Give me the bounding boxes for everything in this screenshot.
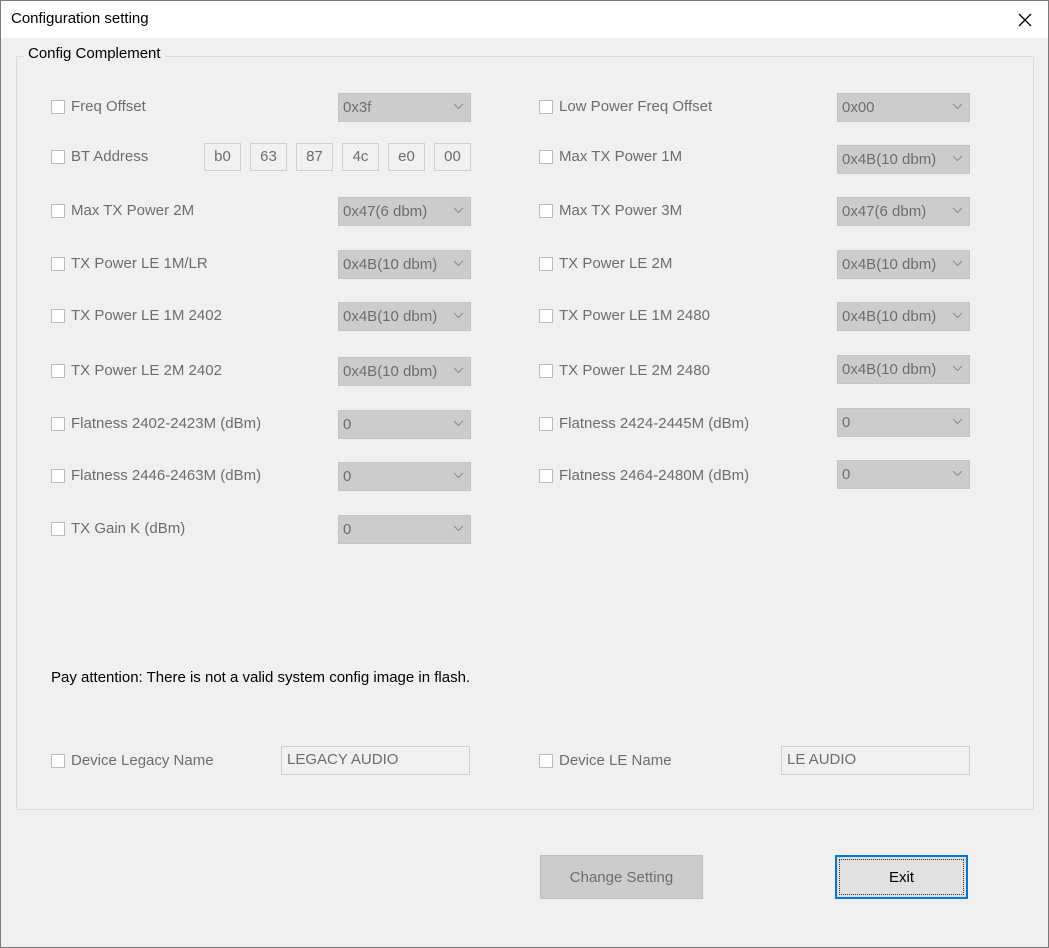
flatness-2446-2463-label: Flatness 2446-2463M (dBm)	[71, 467, 262, 484]
tx-power-le-1m-lr-checkbox[interactable]	[51, 257, 65, 271]
max-tx-power-1m-checkbox[interactable]	[539, 150, 553, 164]
tx-power-le-1m-2402-label: TX Power LE 1M 2402	[71, 307, 222, 324]
chevron-down-icon	[453, 420, 464, 427]
chevron-down-icon	[453, 525, 464, 532]
tx-power-le-2m-checkbox[interactable]	[539, 257, 553, 271]
tx-power-le-2m-2480-checkbox[interactable]	[539, 364, 553, 378]
flatness-2402-2423-label: Flatness 2402-2423M (dBm)	[71, 415, 262, 432]
tx-power-le-1m-2402-combo[interactable]: 0x4B(10 dbm)	[338, 302, 471, 331]
freq-offset-combo[interactable]: 0x3f	[338, 93, 471, 122]
device-legacy-name-label: Device Legacy Name	[71, 752, 214, 769]
close-icon	[1018, 13, 1032, 26]
bt-address-byte-4[interactable]: 4c	[342, 143, 379, 171]
flatness-2446-2463-combo[interactable]: 0	[338, 462, 471, 491]
tx-power-le-1m-lr-combo[interactable]: 0x4B(10 dbm)	[338, 250, 471, 279]
flatness-2464-2480-combo[interactable]: 0	[837, 460, 970, 489]
chevron-down-icon	[952, 207, 963, 214]
max-tx-power-2m-combo[interactable]: 0x47(6 dbm)	[338, 197, 471, 226]
chevron-down-icon	[952, 312, 963, 319]
chevron-down-icon	[952, 103, 963, 110]
chevron-down-icon	[453, 260, 464, 267]
tx-gain-k-combo[interactable]: 0	[338, 515, 471, 544]
chevron-down-icon	[952, 470, 963, 477]
tx-power-le-2m-2402-combo[interactable]: 0x4B(10 dbm)	[338, 357, 471, 386]
tx-power-le-1m-2402-checkbox[interactable]	[51, 309, 65, 323]
chevron-down-icon	[952, 260, 963, 267]
flatness-2402-2423-combo[interactable]: 0	[338, 410, 471, 439]
chevron-down-icon	[453, 103, 464, 110]
chevron-down-icon	[453, 472, 464, 479]
flatness-2424-2445-checkbox[interactable]	[539, 417, 553, 431]
max-tx-power-3m-checkbox[interactable]	[539, 204, 553, 218]
max-tx-power-2m-checkbox[interactable]	[51, 204, 65, 218]
flatness-2424-2445-label: Flatness 2424-2445M (dBm)	[559, 415, 750, 432]
max-tx-power-1m-combo[interactable]: 0x4B(10 dbm)	[837, 145, 970, 174]
chevron-down-icon	[952, 365, 963, 372]
max-tx-power-3m-combo[interactable]: 0x47(6 dbm)	[837, 197, 970, 226]
max-tx-power-2m-label: Max TX Power 2M	[71, 202, 195, 219]
freq-offset-checkbox[interactable]	[51, 100, 65, 114]
bt-address-checkbox[interactable]	[51, 150, 65, 164]
tx-power-le-2m-2402-label: TX Power LE 2M 2402	[71, 362, 222, 379]
tx-power-le-2m-label: TX Power LE 2M	[559, 255, 673, 272]
flatness-2402-2423-checkbox[interactable]	[51, 417, 65, 431]
tx-power-le-2m-2480-combo[interactable]: 0x4B(10 dbm)	[837, 355, 970, 384]
freq-offset-label: Freq Offset	[71, 98, 146, 115]
chevron-down-icon	[453, 312, 464, 319]
device-le-name-input[interactable]: LE AUDIO	[781, 746, 970, 775]
bt-address-byte-5[interactable]: e0	[388, 143, 425, 171]
tx-power-le-2m-combo[interactable]: 0x4B(10 dbm)	[837, 250, 970, 279]
window-title: Configuration setting	[11, 10, 149, 27]
low-power-freq-offset-checkbox[interactable]	[539, 100, 553, 114]
tx-power-le-2m-2480-label: TX Power LE 2M 2480	[559, 362, 710, 379]
chevron-down-icon	[952, 155, 963, 162]
change-setting-button[interactable]: Change Setting	[540, 855, 703, 899]
exit-button[interactable]: Exit	[835, 855, 968, 899]
group-legend: Config Complement	[24, 45, 165, 62]
bt-address-byte-3[interactable]: 87	[296, 143, 333, 171]
device-le-name-label: Device LE Name	[559, 752, 672, 769]
flatness-2464-2480-label: Flatness 2464-2480M (dBm)	[559, 467, 750, 484]
device-legacy-name-input[interactable]: LEGACY AUDIO	[281, 746, 470, 775]
flatness-2446-2463-checkbox[interactable]	[51, 469, 65, 483]
device-legacy-name-checkbox[interactable]	[51, 754, 65, 768]
tx-power-le-1m-2480-label: TX Power LE 1M 2480	[559, 307, 710, 324]
tx-gain-k-label: TX Gain K (dBm)	[71, 520, 186, 537]
tx-power-le-1m-lr-label: TX Power LE 1M/LR	[71, 255, 208, 272]
device-le-name-checkbox[interactable]	[539, 754, 553, 768]
max-tx-power-3m-label: Max TX Power 3M	[559, 202, 683, 219]
title-bar[interactable]: Configuration setting	[1, 1, 1048, 38]
chevron-down-icon	[453, 367, 464, 374]
flatness-2424-2445-combo[interactable]: 0	[837, 408, 970, 437]
bt-address-label: BT Address	[71, 148, 149, 165]
bt-address-byte-2[interactable]: 63	[250, 143, 287, 171]
bt-address-byte-1[interactable]: b0	[204, 143, 241, 171]
chevron-down-icon	[453, 207, 464, 214]
tx-power-le-1m-2480-combo[interactable]: 0x4B(10 dbm)	[837, 302, 970, 331]
low-power-freq-offset-label: Low Power Freq Offset	[559, 98, 713, 115]
tx-power-le-2m-2402-checkbox[interactable]	[51, 364, 65, 378]
close-button[interactable]	[1002, 1, 1048, 38]
bt-address-byte-6[interactable]: 00	[434, 143, 471, 171]
flatness-2464-2480-checkbox[interactable]	[539, 469, 553, 483]
max-tx-power-1m-label: Max TX Power 1M	[559, 148, 683, 165]
flash-notice: Pay attention: There is not a valid syst…	[51, 669, 471, 686]
chevron-down-icon	[952, 418, 963, 425]
tx-gain-k-checkbox[interactable]	[51, 522, 65, 536]
tx-power-le-1m-2480-checkbox[interactable]	[539, 309, 553, 323]
low-power-freq-offset-combo[interactable]: 0x00	[837, 93, 970, 122]
